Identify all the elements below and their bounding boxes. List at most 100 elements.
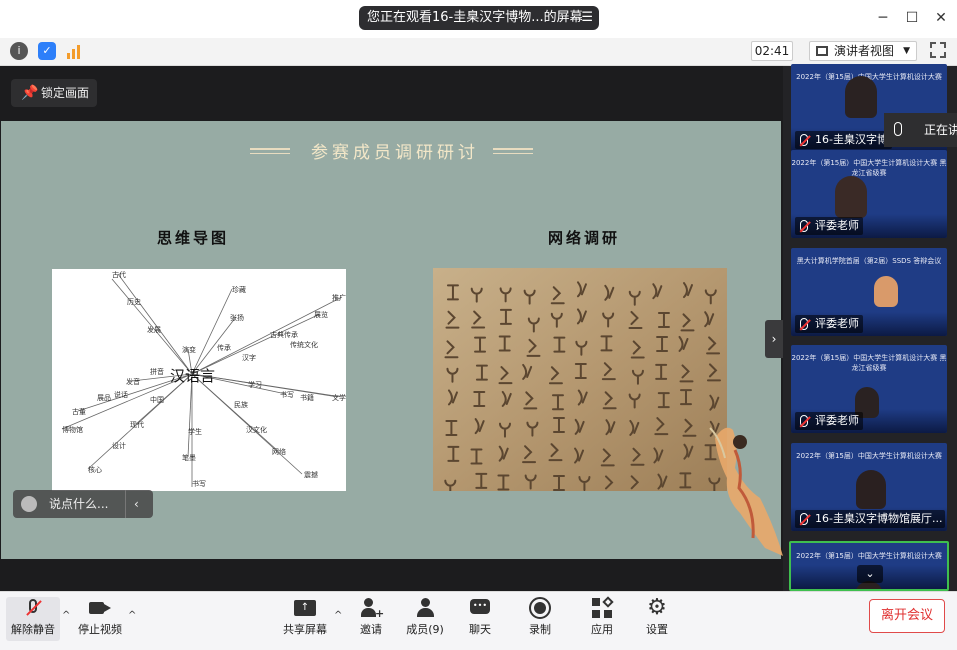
stop-video-button[interactable]: 停止视频 [74, 597, 126, 641]
audio-options-chevron-icon[interactable]: ^ [62, 610, 70, 621]
mindmap-node: 现代 [130, 420, 144, 429]
view-mode-dropdown[interactable]: 演讲者视图 ▼ [809, 41, 917, 61]
speaking-indicator: 正在讲 [884, 113, 957, 147]
chat-button[interactable]: ••• 聊天 [460, 597, 500, 641]
invite-button[interactable]: + 邀请 [350, 597, 392, 641]
security-shield-icon[interactable]: ✓ [38, 42, 56, 60]
participant-tile[interactable]: 黑大计算机学院首届（第2届）SSDS 答辩会议评委老师 [791, 248, 947, 336]
participant-video [856, 470, 886, 509]
participants-button[interactable]: 成员(9) [402, 597, 448, 641]
mindmap-node: 传统文化 [290, 340, 318, 349]
title-ornament-right [493, 148, 533, 154]
minimize-button[interactable]: ─ [874, 9, 892, 27]
scroll-down-chevron-icon[interactable]: ⌄ [857, 565, 883, 583]
video-options-chevron-icon[interactable]: ^ [128, 610, 136, 621]
chat-input-hint[interactable]: 说点什么... ‹ [13, 490, 153, 518]
tile-banner-text: 黑大计算机学院首届（第2届）SSDS 答辩会议 [796, 257, 942, 265]
mindmap-heading: 思维导图 [157, 229, 230, 247]
layout-icon [816, 46, 828, 56]
record-button[interactable]: 录制 [520, 597, 560, 641]
share-banner[interactable]: 您正在观看16-圭臬汉字博物...的屏幕 ☰ [359, 6, 599, 30]
view-mode-label: 演讲者视图 [834, 44, 895, 58]
mindmap-node: 书写 [192, 479, 206, 488]
share-screen-button[interactable]: ↑ 共享屏幕 [280, 597, 330, 641]
mindmap-node: 博物馆 [62, 425, 83, 434]
mindmap-node: 学生 [188, 427, 202, 436]
mindmap-node: 古代 [112, 270, 126, 279]
participant-tile[interactable]: 2022年（第15届）中国大学生计算机设计大赛 黑龙江省级赛评委老师 [791, 345, 947, 433]
participant-name: 评委老师 [815, 317, 859, 330]
participant-name-tag: 评委老师 [795, 217, 863, 235]
lock-view-button[interactable]: 📌 锁定画面 [11, 79, 97, 107]
collapse-panel-chevron-icon[interactable]: › [765, 320, 783, 358]
mindmap-image: 古代 历史 发展 演变 传承 珍藏 张扬 传统文化 古典传承 展览 推广 汉字 书写 学习 书籍 文学 民族 汉文… [52, 269, 346, 491]
mindmap-node: 古典传承 [270, 330, 298, 339]
participant-name: 16-圭臬汉字博物馆展厅... [815, 512, 943, 525]
info-icon[interactable]: i [10, 42, 28, 60]
participant-tile[interactable]: 2022年（第15届）中国大学生计算机设计大赛 黑龙江省级赛评委老师 [791, 150, 947, 238]
apps-grid-icon [591, 596, 614, 619]
settings-label: 设置 [646, 623, 668, 636]
close-button[interactable]: ✕ [932, 9, 950, 27]
meeting-timer: 02:41 [751, 41, 793, 61]
users-icon [414, 597, 436, 619]
tile-banner-text: 2022年（第15届）中国大学生计算机设计大赛 [796, 552, 942, 560]
participant-name: 评委老师 [815, 414, 859, 427]
stop-video-label: 停止视频 [78, 623, 122, 636]
add-user-icon: + [360, 597, 384, 620]
participant-name-tag: 16-圭臬汉字博物馆展厅... [795, 510, 945, 528]
network-signal-icon[interactable] [66, 43, 82, 59]
mindmap-node: 书写 [280, 390, 294, 399]
mindmap-node: 历史 [127, 297, 141, 306]
chat-placeholder: 说点什么... [49, 497, 109, 511]
mindmap-node: 传承 [217, 343, 231, 352]
participant-tile[interactable]: 2022年（第15届）中国大学生计算机设计大赛 16-圭臬汉字博物馆展厅... [791, 443, 947, 531]
chevron-down-icon: ▼ [903, 46, 910, 56]
chat-bubble-icon: ••• [469, 597, 491, 619]
fullscreen-icon[interactable] [930, 42, 946, 58]
mindmap-node: 展览 [314, 310, 328, 319]
mindmap-node: 发音 [126, 377, 140, 386]
mindmap-node: 文学 [332, 393, 346, 402]
tile-banner-text: 2022年（第15届）中国大学生计算机设计大赛 [796, 452, 942, 460]
share-banner-text: 您正在观看16-圭臬汉字博物...的屏幕 [367, 10, 583, 25]
participant-video [845, 76, 877, 118]
mic-muted-icon [800, 318, 808, 330]
mic-muted-icon [800, 513, 808, 525]
participant-name-tag: 16-圭臬汉字博 [795, 131, 892, 149]
record-icon [529, 597, 551, 619]
participant-tile[interactable]: 2022年（第15届）中国大学生计算机设计大赛 ⌄ [789, 541, 949, 591]
mindmap-node: 核心 [88, 465, 102, 474]
share-options-chevron-icon[interactable]: ^ [334, 610, 342, 621]
video-camera-icon [89, 597, 111, 619]
oracle-bone-image [433, 268, 727, 491]
mindmap-branch [191, 288, 233, 375]
share-screen-icon: ↑ [294, 597, 316, 619]
settings-button[interactable]: ⚙ 设置 [637, 597, 677, 641]
oracle-bone-svg [433, 268, 727, 491]
maximize-button[interactable]: ☐ [903, 9, 921, 27]
mindmap-center: 汉语言 [170, 367, 215, 385]
mindmap-node: 民族 [234, 400, 248, 409]
mic-muted-icon [800, 220, 808, 232]
divider [125, 490, 126, 518]
mindmap-node: 说话 [114, 390, 128, 399]
pin-icon: 📌 [21, 85, 39, 101]
mindmap-edge [187, 373, 193, 458]
invite-label: 邀请 [360, 623, 382, 636]
flying-apsaras-illustration [705, 418, 785, 558]
mindmap-node: 设计 [112, 441, 126, 450]
mindmap-node: 学习 [248, 380, 262, 389]
gear-icon: ⚙ [647, 595, 667, 620]
unmute-button[interactable]: 解除静音 [6, 597, 60, 641]
apps-label: 应用 [591, 623, 613, 636]
apps-button[interactable]: 应用 [582, 596, 622, 641]
participant-name: 16-圭臬汉字博 [815, 133, 888, 146]
menu-lines-icon[interactable]: ☰ [581, 6, 593, 30]
chat-label: 聊天 [469, 623, 491, 636]
leave-meeting-button[interactable]: 离开会议 [869, 599, 945, 633]
tile-banner-text: 2022年（第15届）中国大学生计算机设计大赛 黑龙江省级赛 [791, 159, 947, 177]
chevron-left-icon[interactable]: ‹ [134, 490, 139, 518]
emoji-icon[interactable] [21, 496, 37, 512]
tile-banner-text: 2022年（第15届）中国大学生计算机设计大赛 黑龙江省级赛 [791, 354, 947, 372]
